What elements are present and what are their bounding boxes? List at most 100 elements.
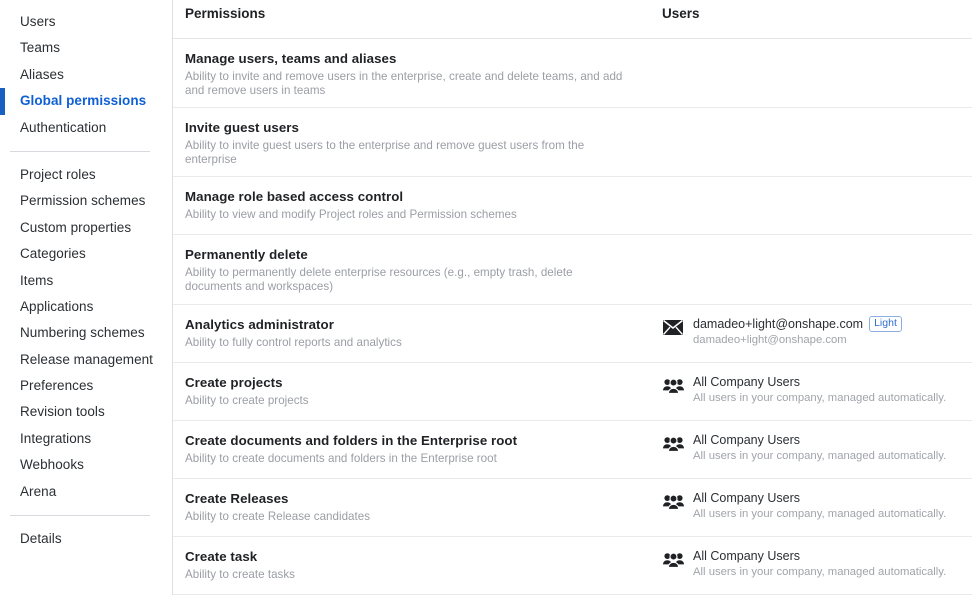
assignee-text: damadeo+light@onshape.com Light damadeo+li… — [693, 315, 902, 347]
assignee-subtitle: All users in your company, managed autom… — [693, 391, 947, 404]
users-cell[interactable] — [653, 119, 972, 120]
table-row[interactable]: Analytics administrator Ability to fully … — [173, 305, 972, 363]
global-permissions-panel: Permissions Users Manage users, teams an… — [173, 0, 972, 595]
permission-title: Manage role based access control — [185, 189, 404, 205]
sidebar-item-webhooks[interactable]: Webhooks — [0, 452, 172, 478]
permission-description: Ability to fully control reports and ana… — [185, 335, 402, 349]
assignee-subtitle: damadeo+light@onshape.com — [693, 333, 847, 346]
sidebar-item-items[interactable]: Items — [0, 268, 172, 294]
sidebar-group: Users Teams Aliases Global permissions Authe… — [0, 9, 172, 141]
sidebar-group: Details — [0, 526, 172, 552]
assignee-text: All Company Users All users in your compa… — [693, 374, 946, 405]
permission-description: Ability to create tasks — [185, 567, 296, 581]
group-users-icon — [662, 549, 684, 571]
users-cell[interactable] — [653, 246, 972, 247]
sidebar-item-global-permissions[interactable]: Global permissions — [0, 88, 172, 115]
permission-cell: Create projects Ability to create project… — [173, 374, 653, 408]
permission-description: Ability to create projects — [185, 393, 309, 407]
permission-cell: Create task Ability to create tasks — [173, 548, 653, 582]
active-indicator — [0, 88, 5, 115]
sidebar-item-arena[interactable]: Arena — [0, 479, 172, 505]
table-row[interactable]: Create Releases Ability to create Release… — [173, 479, 972, 537]
users-cell[interactable]: All Company Users All users in your compa… — [653, 374, 972, 405]
sidebar-item-permission-schemes[interactable]: Permission schemes — [0, 188, 172, 214]
sidebar-item-label: Preferences — [20, 378, 94, 394]
assignee-subtitle: All users in your company, managed autom… — [693, 565, 947, 578]
sidebar-item-label: Applications — [20, 298, 94, 314]
users-cell[interactable] — [653, 50, 972, 51]
assignee-primary-line: All Company Users — [693, 490, 946, 506]
permission-description: Ability to create documents and folders … — [185, 451, 497, 465]
assignee-text: All Company Users All users in your compa… — [693, 548, 946, 579]
table-row[interactable]: Create task Ability to create tasks All Co… — [173, 537, 972, 595]
users-cell[interactable]: All Company Users All users in your compa… — [653, 490, 972, 521]
sidebar-item-users[interactable]: Users — [0, 9, 172, 35]
sidebar-item-applications[interactable]: Applications — [0, 294, 172, 320]
assignee-primary-line: All Company Users — [693, 374, 946, 390]
column-header-users: Users — [662, 6, 700, 21]
permission-cell: Analytics administrator Ability to fully … — [173, 316, 653, 350]
permission-title: Invite guest users — [185, 120, 299, 136]
sidebar-item-details[interactable]: Details — [0, 526, 172, 552]
sidebar-divider — [10, 515, 150, 517]
table-row[interactable]: Create projects Ability to create project… — [173, 363, 972, 421]
assignee-name: damadeo+light@onshape.com — [693, 316, 864, 331]
permission-title: Create Releases — [185, 490, 289, 506]
sidebar-item-label: Integrations — [20, 430, 92, 446]
sidebar-item-custom-properties[interactable]: Custom properties — [0, 215, 172, 241]
table-row[interactable]: Create documents and folders in the Ente… — [173, 421, 972, 479]
sidebar-item-label: Webhooks — [20, 457, 84, 473]
users-cell[interactable]: All Company Users All users in your compa… — [653, 548, 972, 579]
users-cell[interactable] — [653, 188, 972, 189]
table-row[interactable]: Invite guest users Ability to invite gues… — [173, 108, 972, 178]
sidebar-divider — [10, 150, 150, 152]
assignee-name: All Company Users — [693, 374, 800, 389]
group-users-icon — [662, 375, 684, 397]
sidebar-item-integrations[interactable]: Integrations — [0, 426, 172, 452]
sidebar-item-authentication[interactable]: Authentication — [0, 115, 172, 141]
table-row[interactable]: Permanently delete Ability to permanently… — [173, 235, 972, 305]
assignee-text: All Company Users All users in your compa… — [693, 490, 946, 521]
sidebar-item-label: Items — [20, 272, 54, 288]
assignee-primary-line: All Company Users — [693, 548, 946, 564]
sidebar-item-categories[interactable]: Categories — [0, 241, 172, 267]
assignee-primary-line: damadeo+light@onshape.com Light — [693, 315, 902, 332]
permission-description: Ability to permanently delete enterprise… — [185, 266, 573, 293]
assignee-name: All Company Users — [693, 490, 800, 505]
group-users-icon — [662, 491, 684, 513]
sidebar-item-label: Details — [20, 531, 62, 547]
table-row[interactable]: Manage users, teams and aliases Ability t… — [173, 39, 972, 109]
permission-description: Ability to invite and remove users in th… — [185, 70, 623, 97]
sidebar-item-label: Numbering schemes — [20, 325, 145, 341]
assignee-name: All Company Users — [693, 432, 800, 447]
settings-sidebar: Users Teams Aliases Global permissions Authe… — [0, 0, 173, 595]
permission-title: Create projects — [185, 374, 283, 390]
assignee-primary-line: All Company Users — [693, 432, 946, 448]
sidebar-group: Project roles Permission schemes Custom pr… — [0, 162, 172, 505]
assignee-text: All Company Users All users in your compa… — [693, 432, 946, 463]
permission-title: Manage users, teams and aliases — [185, 51, 397, 66]
sidebar-item-revision-tools[interactable]: Revision tools — [0, 399, 172, 425]
sidebar-item-preferences[interactable]: Preferences — [0, 373, 172, 399]
permission-title: Create documents and folders in the Ente… — [185, 432, 518, 448]
table-row[interactable]: Manage role based access control Ability … — [173, 177, 972, 236]
sidebar-item-project-roles[interactable]: Project roles — [0, 162, 172, 188]
sidebar-item-release-management[interactable]: Release management — [0, 347, 172, 373]
assignee-subtitle: All users in your company, managed autom… — [693, 449, 947, 462]
permissions-list: Manage users, teams and aliases Ability t… — [173, 39, 972, 595]
permission-description: Ability to invite guest users to the ent… — [185, 139, 585, 166]
sidebar-item-label: Categories — [20, 246, 86, 262]
sidebar-item-numbering-schemes[interactable]: Numbering schemes — [0, 320, 172, 346]
sidebar-item-aliases[interactable]: Aliases — [0, 62, 172, 88]
permission-title: Permanently delete — [185, 247, 308, 263]
sidebar-item-label: Release management — [20, 351, 153, 367]
permission-title: Analytics administrator — [185, 316, 334, 332]
users-cell[interactable]: damadeo+light@onshape.com Light damadeo+li… — [653, 315, 972, 347]
assignee-subtitle: All users in your company, managed autom… — [693, 507, 947, 520]
sidebar-item-teams[interactable]: Teams — [0, 35, 172, 61]
permission-cell: Create Releases Ability to create Release… — [173, 490, 653, 524]
users-cell[interactable]: All Company Users All users in your compa… — [653, 432, 972, 463]
sidebar-item-label: Revision tools — [20, 404, 105, 420]
permission-description: Ability to view and modify Project roles… — [185, 208, 517, 222]
table-header: Permissions Users — [173, 0, 972, 39]
